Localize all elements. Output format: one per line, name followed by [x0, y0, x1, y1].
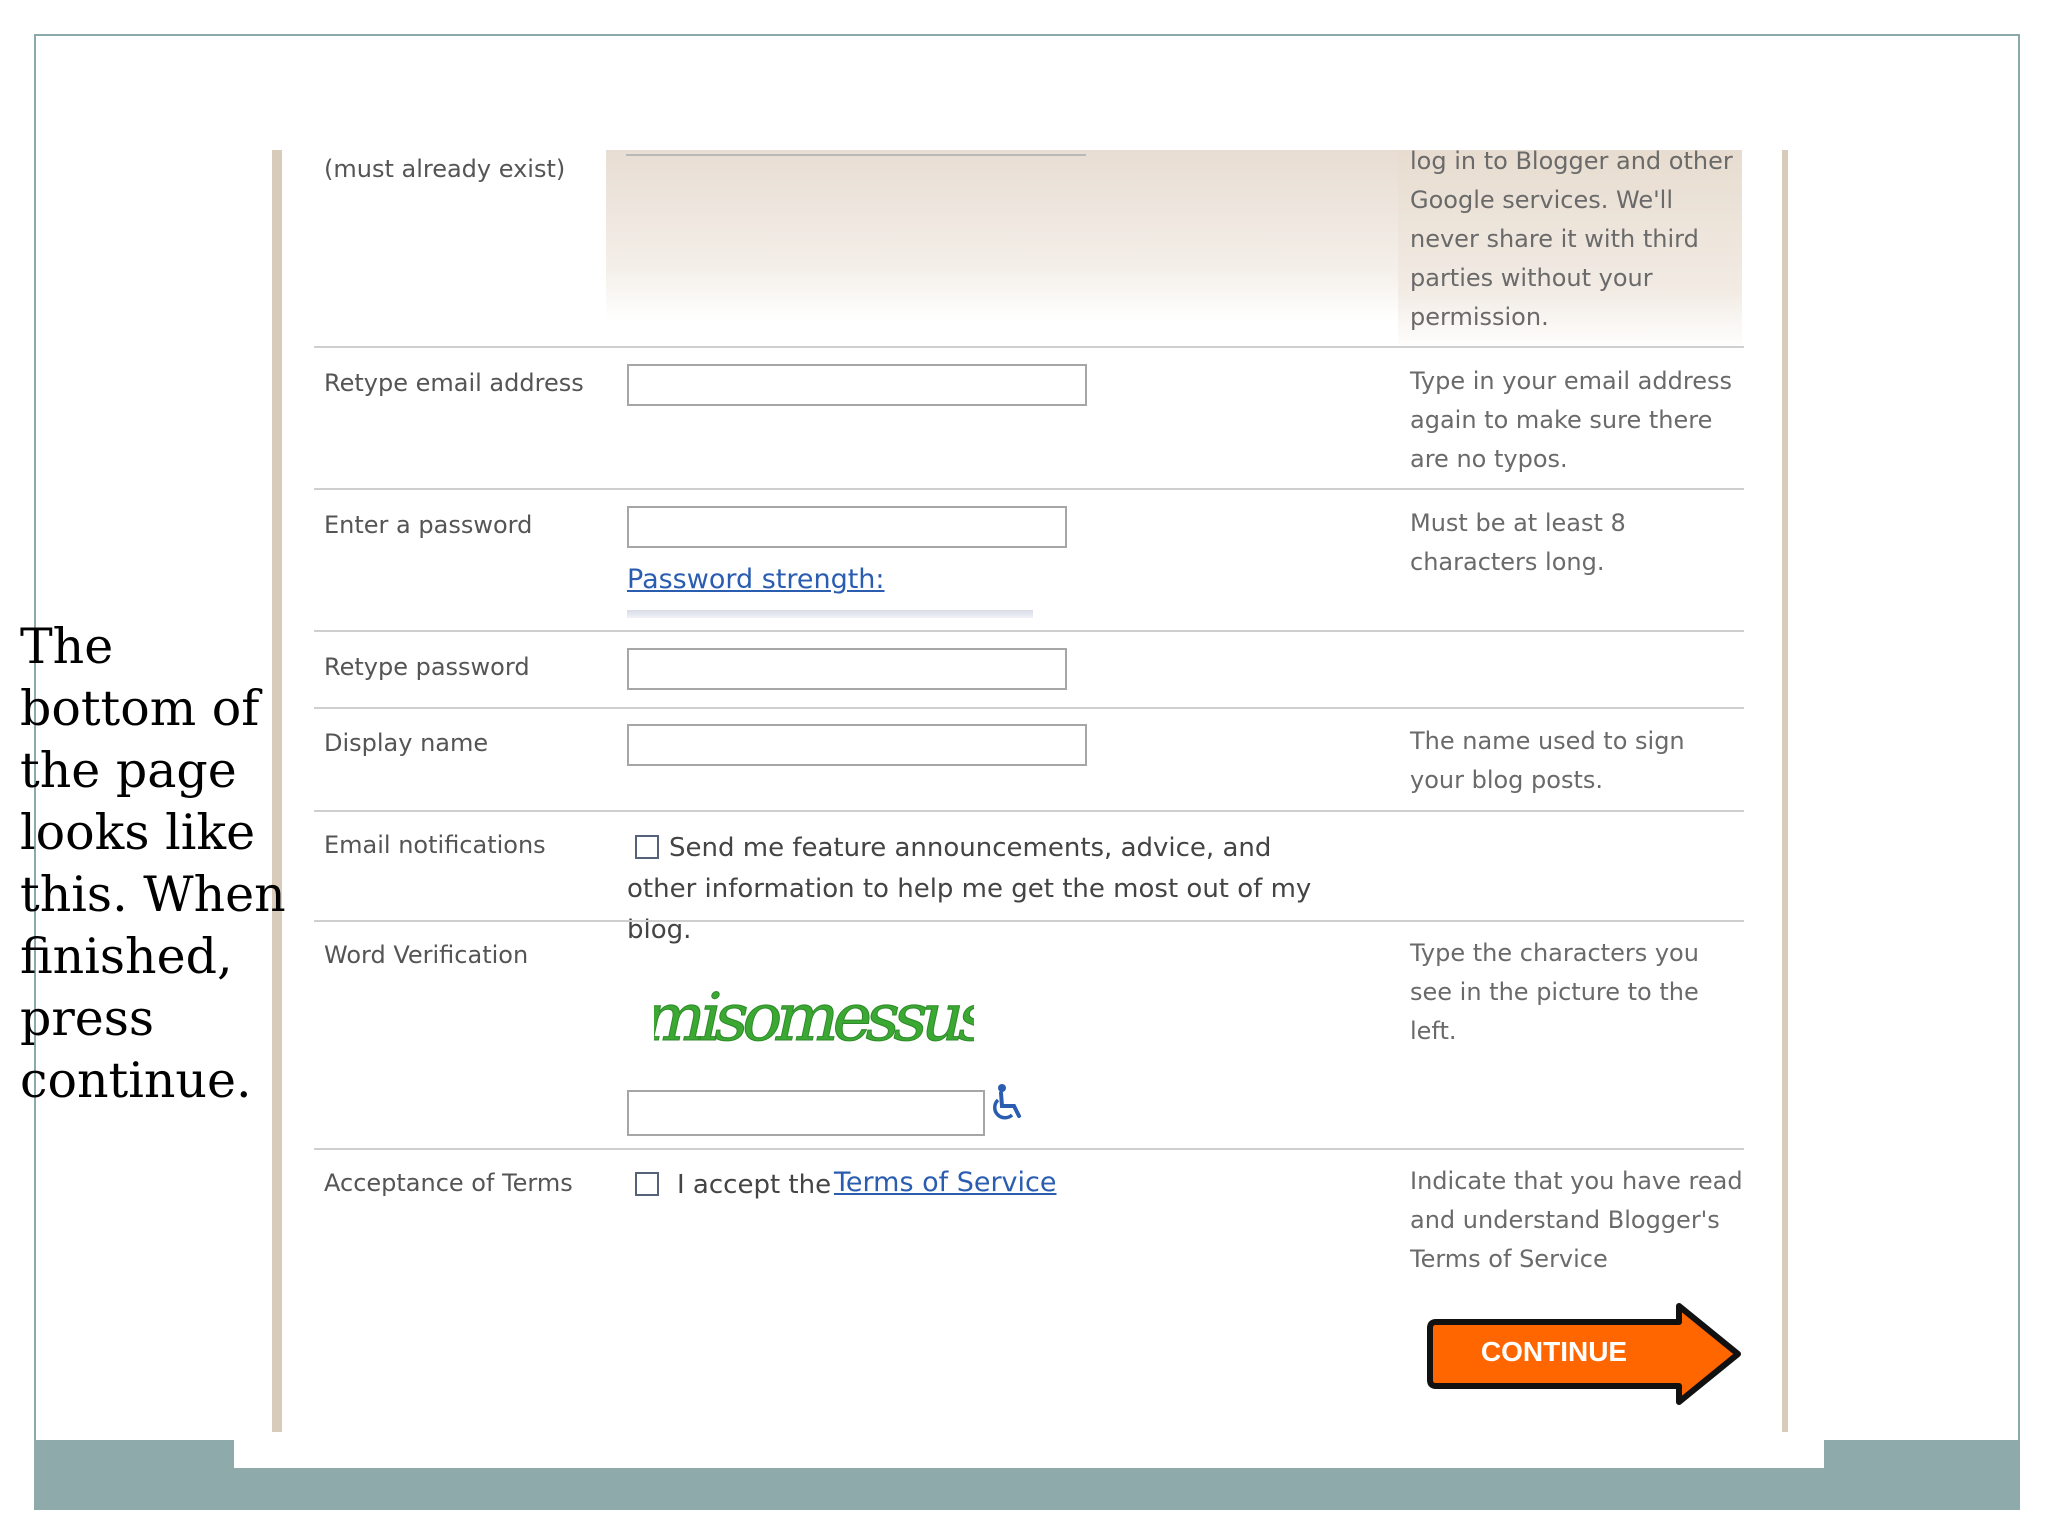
email-sub-label: (must already exist) [324, 155, 566, 183]
row-divider [314, 810, 1744, 812]
word-verification-help: Type the characters you see in the pictu… [1410, 939, 1699, 1045]
terms-help: Indicate that you have read and understa… [1410, 1167, 1743, 1273]
terms-of-service-link[interactable]: Terms of Service [834, 1167, 1057, 1198]
row-divider [314, 707, 1744, 709]
retype-email-label: Retype email address [324, 369, 584, 397]
row-divider [314, 488, 1744, 490]
wheelchair-icon[interactable] [990, 1082, 1026, 1122]
password-help: Must be at least 8 characters long. [1410, 509, 1626, 576]
captcha-graphic: misomessus [654, 978, 974, 1056]
retype-password-label: Retype password [324, 653, 530, 681]
row-divider [314, 1148, 1744, 1150]
row-divider [314, 630, 1744, 632]
display-name-help: The name used to sign your blog posts. [1410, 727, 1685, 794]
password-strength-bar [627, 610, 1033, 618]
retype-email-input[interactable] [627, 364, 1087, 406]
password-strength-link[interactable]: Password strength: [627, 564, 885, 595]
password-label: Enter a password [324, 511, 533, 539]
display-name-label: Display name [324, 729, 489, 757]
blogger-signup-screenshot: (must already exist) log in to Blogger a… [234, 150, 1824, 1468]
terms-prefix-text: I accept the [677, 1170, 832, 1200]
terms-checkbox[interactable] [635, 1172, 659, 1196]
password-input[interactable] [627, 506, 1067, 548]
row-divider [314, 346, 1744, 348]
retype-password-input[interactable] [627, 648, 1067, 690]
slide-caption: The bottom of the page looks like this. … [20, 618, 286, 1109]
captcha-text: misomessus [654, 979, 974, 1056]
email-input-edge[interactable] [626, 150, 1086, 156]
terms-label: Acceptance of Terms [324, 1169, 573, 1197]
row-divider [314, 920, 1744, 922]
right-rail [1782, 150, 1788, 1432]
email-notifications-label: Email notifications [324, 831, 546, 859]
continue-button[interactable]: CONTINUE [1424, 1330, 1684, 1374]
captcha-image: misomessus [654, 940, 974, 1090]
display-name-input[interactable] [627, 724, 1087, 766]
captcha-input[interactable] [627, 1090, 985, 1136]
email-help-text: log in to Blogger and other Google servi… [1410, 150, 1733, 331]
email-notifications-text: Send me feature announcements, advice, a… [627, 833, 1312, 945]
word-verification-label: Word Verification [324, 941, 529, 969]
retype-email-help: Type in your email address again to make… [1410, 367, 1732, 473]
